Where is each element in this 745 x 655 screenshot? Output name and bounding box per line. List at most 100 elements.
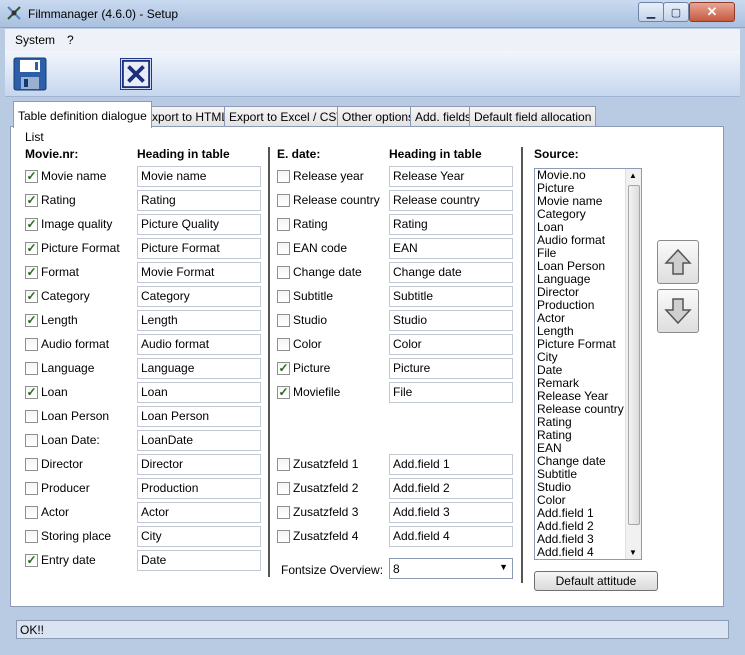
left-row-heading-field[interactable]: Audio format [137, 334, 261, 355]
left-row-heading-field[interactable]: Language [137, 358, 261, 379]
left-row-heading-field[interactable]: Length [137, 310, 261, 331]
left-row-checkbox[interactable] [25, 338, 38, 351]
close-setup-icon[interactable] [120, 58, 152, 90]
left-row-checkbox[interactable] [25, 530, 38, 543]
extra-row-heading-field[interactable]: Add.field 1 [389, 454, 513, 475]
left-row-checkbox[interactable]: ✓ [25, 386, 38, 399]
extra-row-checkbox[interactable] [277, 530, 290, 543]
default-attitude-button[interactable]: Default attitude [534, 571, 658, 591]
left-row-heading-field[interactable]: Movie Format [137, 262, 261, 283]
toolbar [5, 51, 740, 97]
left-row-heading-field[interactable]: Rating [137, 190, 261, 211]
left-row-checkbox[interactable]: ✓ [25, 314, 38, 327]
extra-row-label: Zusatzfeld 1 [293, 457, 359, 471]
left-row-checkbox[interactable]: ✓ [25, 194, 38, 207]
right-row-checkbox[interactable] [277, 314, 290, 327]
tab-default-field-allocation[interactable]: Default field allocation [469, 106, 597, 127]
move-up-button[interactable] [657, 240, 699, 284]
left-row-checkbox[interactable]: ✓ [25, 554, 38, 567]
title-bar[interactable]: Filmmanager (4.6.0) - Setup ▁ ▢ ✕ [0, 0, 745, 28]
menu-help[interactable]: ? [67, 33, 74, 47]
left-row-heading-field[interactable]: Director [137, 454, 261, 475]
left-row-checkbox[interactable]: ✓ [25, 290, 38, 303]
right-row-heading-field[interactable]: Rating [389, 214, 513, 235]
left-row-checkbox[interactable] [25, 410, 38, 423]
tab-add-fields[interactable]: Add. fields [410, 106, 477, 127]
left-row-heading-field[interactable]: City [137, 526, 261, 547]
extra-row-heading-field[interactable]: Add.field 2 [389, 478, 513, 499]
save-icon[interactable] [13, 57, 47, 91]
scroll-down-icon[interactable]: ▼ [629, 548, 637, 557]
extra-row-checkbox[interactable] [277, 482, 290, 495]
left-row-heading-field[interactable]: Date [137, 550, 261, 571]
maximize-icon: ▢ [670, 6, 682, 19]
maximize-button[interactable]: ▢ [663, 2, 689, 22]
extra-row-label: Zusatzfeld 3 [293, 505, 359, 519]
left-row-checkbox[interactable] [25, 434, 38, 447]
source-scrollbar[interactable]: ▲ ▼ [625, 169, 641, 559]
right-row-heading-field[interactable]: Release country [389, 190, 513, 211]
left-row-heading-field[interactable]: Production [137, 478, 261, 499]
source-list[interactable]: Movie.no Picture Movie name Category Loan Aud… [534, 168, 642, 560]
tab-other-options[interactable]: Other options [337, 106, 420, 127]
left-row-heading-field[interactable]: Category [137, 286, 261, 307]
left-row-heading-field[interactable]: Loan [137, 382, 261, 403]
minimize-icon: ▁ [646, 6, 656, 19]
right-row-label: Picture [293, 361, 331, 375]
right-row-checkbox[interactable] [277, 218, 290, 231]
extra-row-heading-field[interactable]: Add.field 3 [389, 502, 513, 523]
right-row-checkbox[interactable] [277, 338, 290, 351]
right-row-checkbox[interactable] [277, 242, 290, 255]
tab-table-definition[interactable]: Table definition dialogue [13, 101, 152, 128]
scroll-up-icon[interactable]: ▲ [629, 171, 637, 180]
left-row-heading-field[interactable]: Picture Format [137, 238, 261, 259]
tab-export-html[interactable]: Export to HTML [139, 106, 234, 127]
right-row-heading-field[interactable]: Change date [389, 262, 513, 283]
left-row-label: Image quality [41, 217, 113, 231]
right-row-label: Moviefile [293, 385, 341, 399]
left-row-checkbox[interactable] [25, 482, 38, 495]
left-row-heading-field[interactable]: Movie name [137, 166, 261, 187]
right-row-checkbox[interactable] [277, 290, 290, 303]
fontsize-select[interactable]: 8 ▼ [389, 558, 513, 579]
left-row-checkbox[interactable] [25, 362, 38, 375]
extra-row-label: Zusatzfeld 4 [293, 529, 359, 543]
left-row-checkbox[interactable]: ✓ [25, 242, 38, 255]
left-row-heading-field[interactable]: LoanDate [137, 430, 261, 451]
right-row-heading-field[interactable]: Color [389, 334, 513, 355]
right-row-heading-field[interactable]: Picture [389, 358, 513, 379]
scrollbar-thumb[interactable] [628, 185, 640, 525]
app-icon [7, 6, 21, 20]
left-row-checkbox[interactable] [25, 458, 38, 471]
move-down-button[interactable] [657, 289, 699, 333]
right-row-checkbox[interactable]: ✓ [277, 362, 290, 375]
left-row-checkbox[interactable]: ✓ [25, 170, 38, 183]
right-row-heading-field[interactable]: Studio [389, 310, 513, 331]
right-row-checkbox[interactable] [277, 266, 290, 279]
left-row-heading-field[interactable]: Picture Quality [137, 214, 261, 235]
left-row-checkbox[interactable]: ✓ [25, 266, 38, 279]
left-row-label: Length [41, 313, 78, 327]
extra-row-heading-field[interactable]: Add.field 4 [389, 526, 513, 547]
tab-export-excel-csv[interactable]: Export to Excel / CSV [224, 106, 350, 127]
close-window-button[interactable]: ✕ [689, 2, 735, 22]
left-row-heading-field[interactable]: Actor [137, 502, 261, 523]
close-icon: ✕ [706, 4, 718, 19]
right-row-checkbox[interactable]: ✓ [277, 386, 290, 399]
right-row-checkbox[interactable] [277, 194, 290, 207]
left-row-heading-field[interactable]: Loan Person [137, 406, 261, 427]
minimize-button[interactable]: ▁ [638, 2, 664, 22]
right-row-heading-field[interactable]: File [389, 382, 513, 403]
right-row-heading-field[interactable]: Release Year [389, 166, 513, 187]
fontsize-value: 8 [393, 562, 400, 576]
window-title: Filmmanager (4.6.0) - Setup [28, 7, 179, 21]
right-row-heading-field[interactable]: EAN [389, 238, 513, 259]
left-row-checkbox[interactable] [25, 506, 38, 519]
right-row-heading-field[interactable]: Subtitle [389, 286, 513, 307]
extra-row-checkbox[interactable] [277, 458, 290, 471]
left-row-checkbox[interactable]: ✓ [25, 218, 38, 231]
right-row-checkbox[interactable] [277, 170, 290, 183]
extra-row-checkbox[interactable] [277, 506, 290, 519]
fontsize-label: Fontsize Overview: [281, 563, 384, 577]
menu-system[interactable]: System [15, 33, 55, 47]
